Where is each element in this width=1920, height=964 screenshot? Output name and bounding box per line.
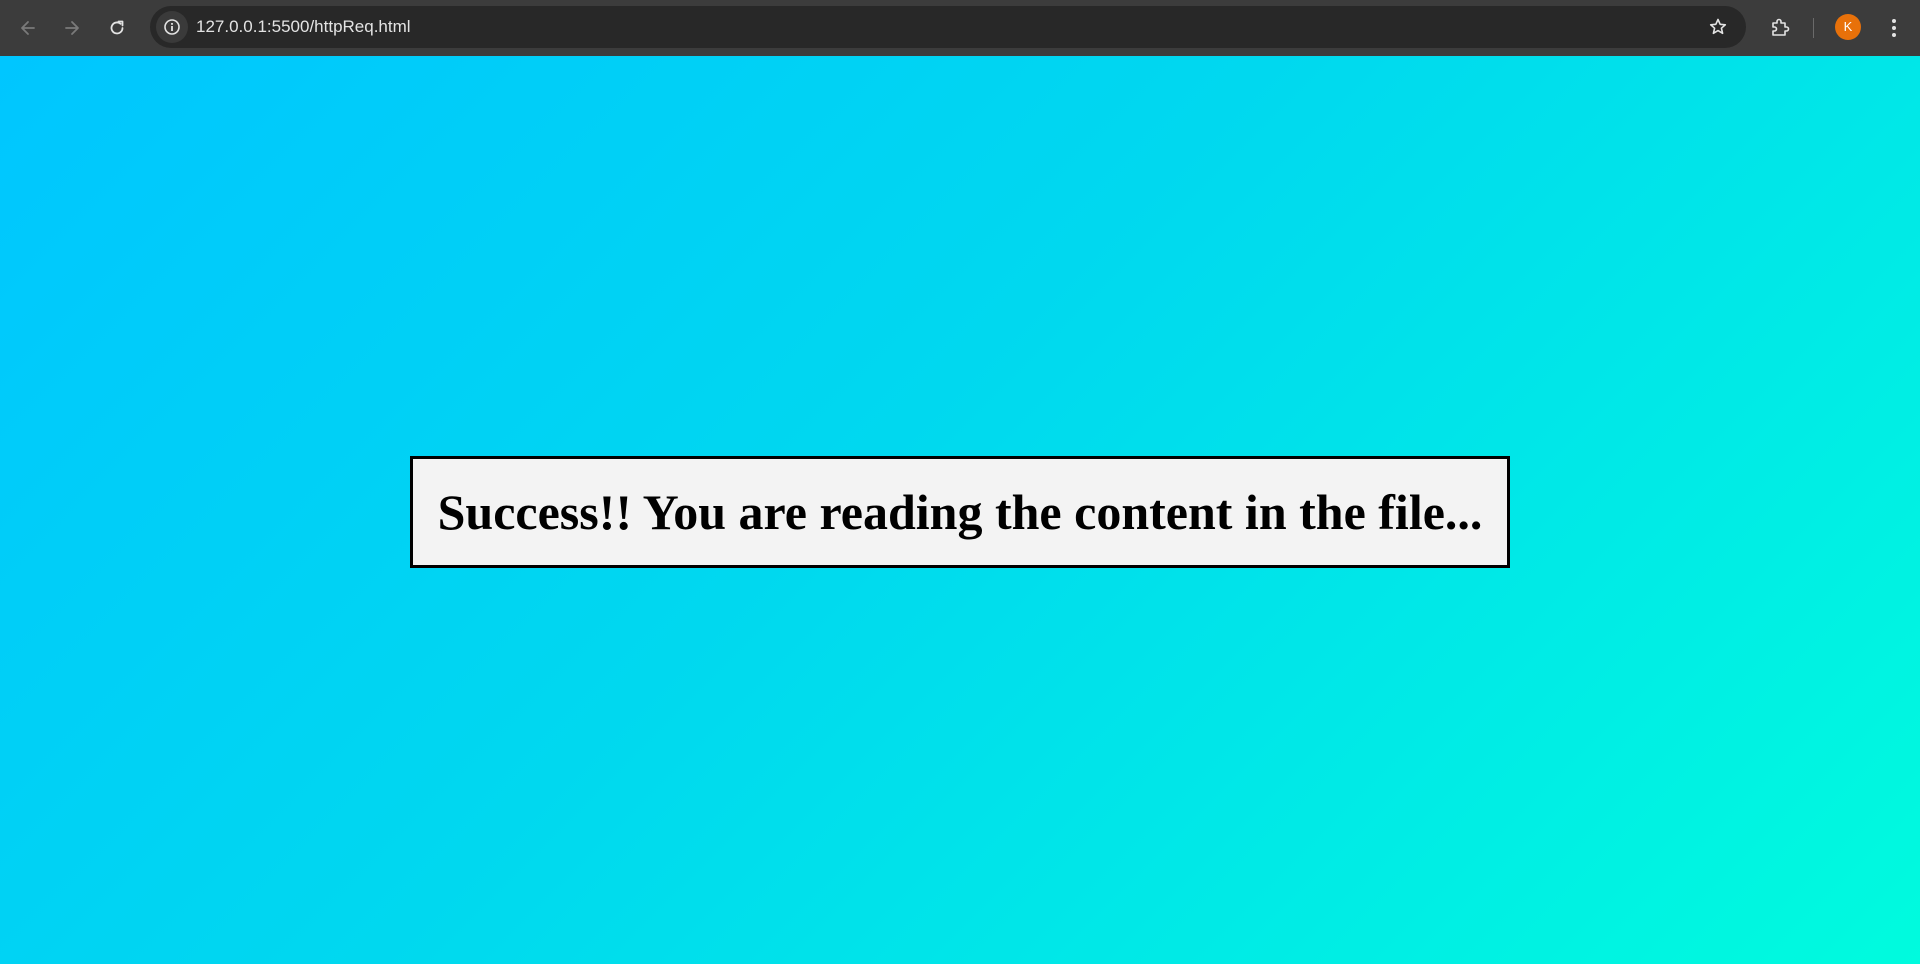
site-info-button[interactable] <box>156 11 188 43</box>
bookmark-button[interactable] <box>1706 15 1730 39</box>
browser-menu-button[interactable] <box>1878 8 1910 48</box>
puzzle-icon <box>1772 18 1790 36</box>
browser-toolbar: 127.0.0.1:5500/httpReq.html K <box>0 0 1920 56</box>
info-icon <box>164 19 180 35</box>
back-button[interactable] <box>8 8 48 48</box>
message-box: Success!! You are reading the content in… <box>410 456 1510 568</box>
arrow-left-icon <box>21 21 35 35</box>
forward-button[interactable] <box>52 8 92 48</box>
reload-button[interactable] <box>97 8 137 48</box>
extensions-button[interactable] <box>1760 8 1800 48</box>
page-viewport: Success!! You are reading the content in… <box>0 56 1920 964</box>
address-bar[interactable]: 127.0.0.1:5500/httpReq.html <box>150 6 1746 48</box>
url-text[interactable]: 127.0.0.1:5500/httpReq.html <box>196 6 411 48</box>
arrow-right-icon <box>65 21 79 35</box>
success-message: Success!! You are reading the content in… <box>437 484 1483 540</box>
profile-avatar[interactable]: K <box>1835 14 1861 40</box>
star-icon <box>1709 18 1727 35</box>
reload-icon <box>110 20 124 35</box>
vertical-dots-icon <box>1892 19 1896 37</box>
toolbar-divider <box>1813 18 1814 38</box>
